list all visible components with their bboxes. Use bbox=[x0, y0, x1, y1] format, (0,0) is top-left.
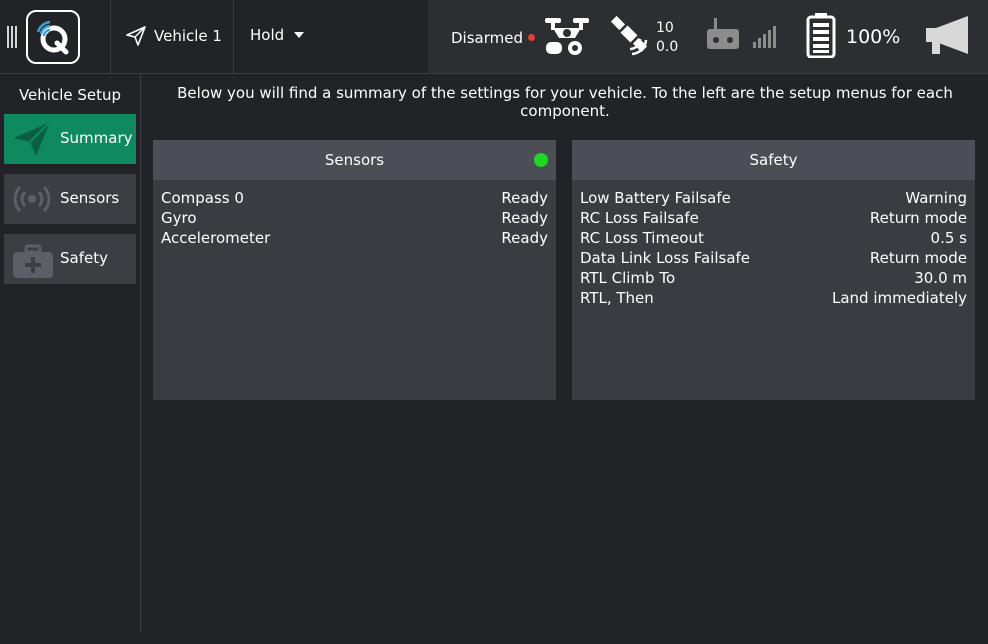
safety-row: RTL Climb To 30.0 m bbox=[580, 268, 967, 288]
row-label: RC Loss Failsafe bbox=[580, 209, 699, 227]
toolbar-divider bbox=[110, 0, 111, 73]
sidebar-item-sensors[interactable]: Sensors bbox=[4, 174, 136, 224]
row-value: Ready bbox=[501, 189, 548, 207]
card-header: Sensors bbox=[153, 140, 556, 180]
qgc-logo-icon bbox=[36, 20, 69, 55]
safety-row: RC Loss Timeout 0.5 s bbox=[580, 228, 967, 248]
row-label: RTL, Then bbox=[580, 289, 654, 307]
sensor-row: Accelerometer Ready bbox=[161, 228, 548, 248]
chevron-down-icon bbox=[294, 32, 305, 38]
arm-status-label[interactable]: Disarmed bbox=[451, 29, 523, 47]
sidebar-item-label: Safety bbox=[60, 249, 108, 267]
card-title: Sensors bbox=[324, 151, 385, 169]
sidebar-item-label: Summary bbox=[60, 129, 133, 147]
battery-icon[interactable] bbox=[806, 12, 836, 58]
signal-strength-icon bbox=[753, 26, 776, 48]
row-value: 0.5 s bbox=[930, 229, 967, 247]
row-label: RC Loss Timeout bbox=[580, 229, 704, 247]
window-bottom-edge bbox=[0, 632, 988, 644]
sensor-row: Gyro Ready bbox=[161, 208, 548, 228]
paper-plane-icon bbox=[126, 26, 146, 46]
setup-sidebar: Vehicle Setup Summary Sensors Safety bbox=[0, 74, 141, 632]
battery-percentage: 100% bbox=[846, 26, 901, 48]
row-value: Return mode bbox=[869, 249, 967, 267]
sidebar-item-safety[interactable]: Safety bbox=[4, 234, 136, 284]
gps-satellite-count: 10 bbox=[656, 20, 674, 36]
sensors-summary-card[interactable]: Sensors Compass 0 Ready Gyro Ready Accel… bbox=[153, 140, 556, 400]
safety-row: Low Battery Failsafe Warning bbox=[580, 188, 967, 208]
rc-transmitter-icon[interactable] bbox=[706, 17, 740, 51]
row-label: Gyro bbox=[161, 209, 197, 227]
sidebar-item-label: Sensors bbox=[60, 189, 120, 207]
row-value: Ready bbox=[501, 209, 548, 227]
vehicle-messages-icon[interactable] bbox=[543, 12, 591, 60]
sensors-status-indicator bbox=[534, 153, 548, 167]
row-label: Low Battery Failsafe bbox=[580, 189, 731, 207]
row-value: Return mode bbox=[869, 209, 967, 227]
row-label: RTL Climb To bbox=[580, 269, 676, 287]
sidebar-item-summary[interactable]: Summary bbox=[4, 114, 136, 164]
paper-plane-icon bbox=[14, 121, 51, 156]
row-value: Ready bbox=[501, 229, 548, 247]
row-value: Warning bbox=[905, 189, 967, 207]
row-value: 30.0 m bbox=[914, 269, 967, 287]
safety-row: RTL, Then Land immediately bbox=[580, 288, 967, 308]
sidebar-title: Vehicle Setup bbox=[18, 86, 122, 104]
card-title: Safety bbox=[749, 151, 798, 169]
first-aid-kit-icon bbox=[13, 244, 53, 278]
satellite-icon[interactable] bbox=[610, 15, 652, 57]
menu-grip-icon[interactable] bbox=[7, 26, 17, 48]
qgc-logo-button[interactable] bbox=[26, 10, 80, 64]
row-label: Data Link Loss Failsafe bbox=[580, 249, 751, 267]
radio-waves-icon bbox=[13, 185, 51, 213]
safety-summary-card[interactable]: Safety Low Battery Failsafe Warning RC L… bbox=[572, 140, 975, 400]
safety-row: RC Loss Failsafe Return mode bbox=[580, 208, 967, 228]
flight-mode-dropdown[interactable]: Hold bbox=[250, 26, 305, 44]
vehicle-label: Vehicle 1 bbox=[154, 27, 222, 45]
row-value: Land immediately bbox=[832, 289, 967, 307]
summary-intro-text: Below you will find a summary of the set… bbox=[177, 84, 953, 120]
safety-row: Data Link Loss Failsafe Return mode bbox=[580, 248, 967, 268]
row-label: Accelerometer bbox=[161, 229, 271, 247]
gps-readout: 10 0.0 bbox=[656, 19, 678, 57]
toolbar-divider bbox=[233, 0, 234, 73]
sensor-row: Compass 0 Ready bbox=[161, 188, 548, 208]
vehicle-selector[interactable]: Vehicle 1 bbox=[126, 26, 222, 46]
card-header: Safety bbox=[572, 140, 975, 180]
flight-mode-label: Hold bbox=[250, 26, 285, 44]
top-toolbar: Vehicle 1 Hold Disarmed 10 0.0 100% bbox=[0, 0, 988, 74]
megaphone-icon[interactable] bbox=[924, 14, 972, 58]
gps-hdop: 0.0 bbox=[656, 39, 679, 55]
arm-status-dot bbox=[528, 34, 535, 41]
row-label: Compass 0 bbox=[161, 189, 244, 207]
